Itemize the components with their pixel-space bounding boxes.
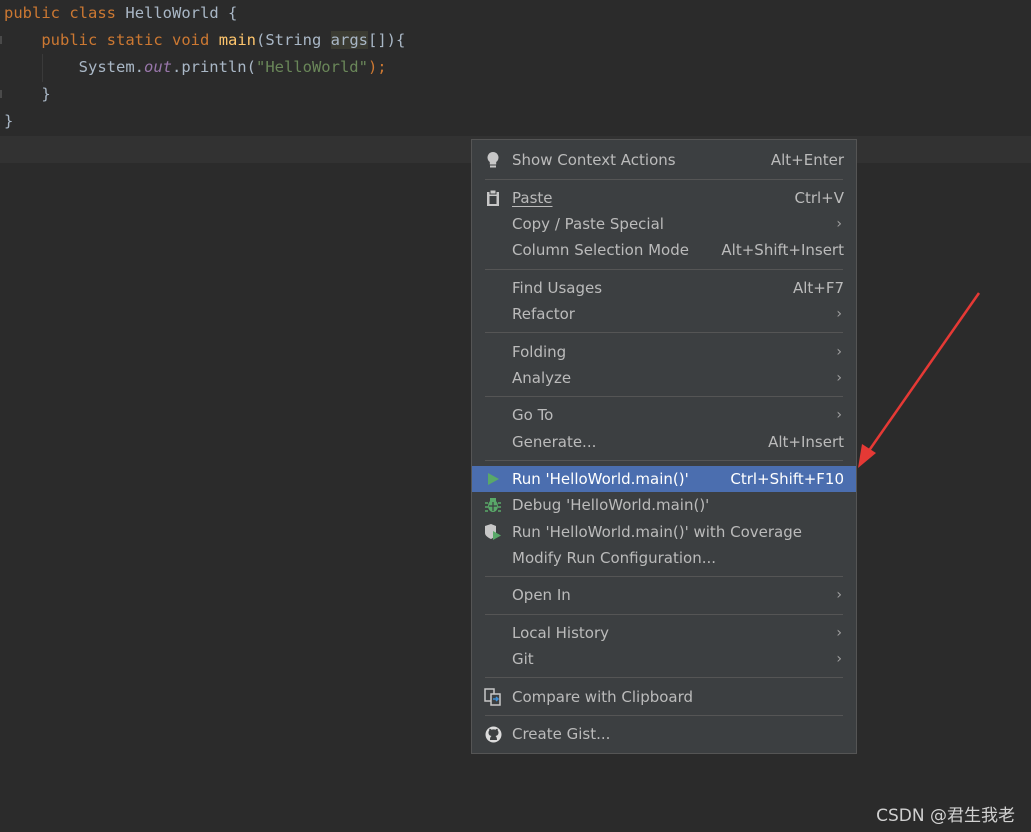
watermark: CSDN @君生我老	[876, 806, 1015, 826]
annotation-red-arrow	[858, 292, 981, 468]
